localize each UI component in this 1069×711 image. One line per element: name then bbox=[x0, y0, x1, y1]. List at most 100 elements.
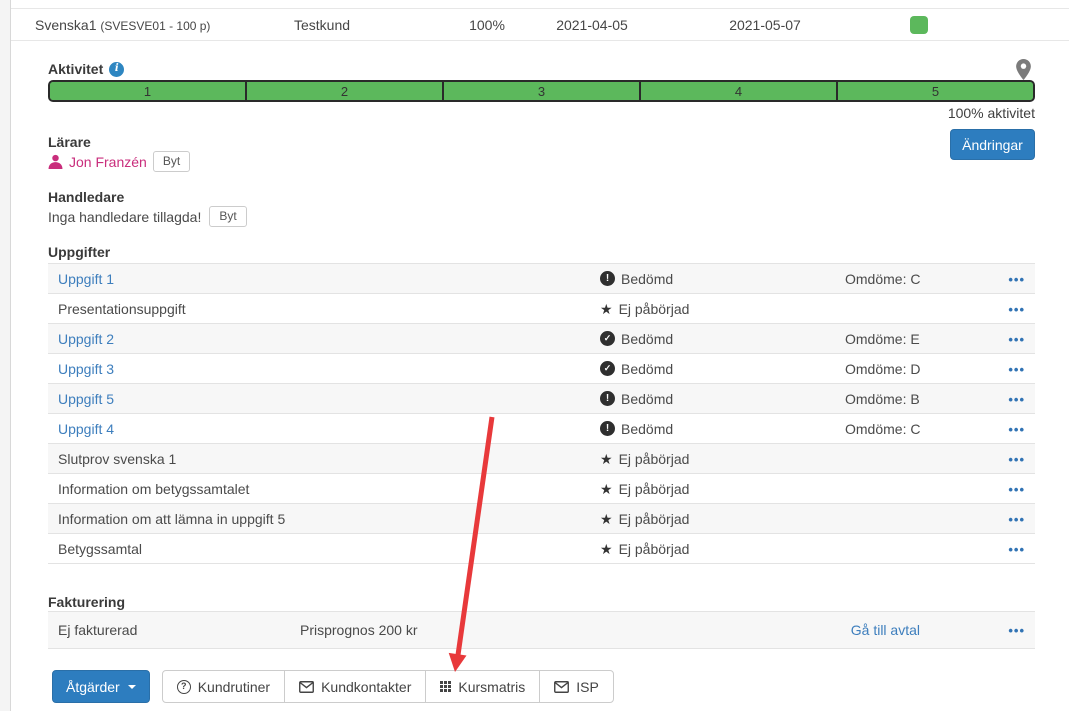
supervisor-empty-text: Inga handledare tillagda! bbox=[48, 208, 202, 225]
assignment-name[interactable]: Uppgift 5 bbox=[58, 391, 600, 407]
start-date: 2021-04-05 bbox=[556, 16, 628, 33]
status-icon bbox=[600, 481, 613, 497]
status-label: Ej påbörjad bbox=[618, 300, 690, 317]
status-label: Bedömd bbox=[621, 390, 674, 407]
assignment-row: Information om att lämna in uppgift 5 Ej… bbox=[48, 504, 1035, 534]
footer-button-kursmatris[interactable]: Kursmatris bbox=[425, 670, 541, 703]
assignment-row: Slutprov svenska 1 Ej påbörjad bbox=[48, 444, 1035, 474]
assignment-status: Ej påbörjad bbox=[600, 451, 845, 467]
assignment-name: Slutprov svenska 1 bbox=[58, 450, 177, 467]
grade-label: Omdöme: E bbox=[845, 330, 920, 347]
ellipsis-menu-icon[interactable] bbox=[1008, 623, 1025, 638]
ellipsis-menu-icon[interactable] bbox=[1008, 482, 1025, 497]
envelope-icon bbox=[554, 680, 570, 693]
ellipsis-menu-icon[interactable] bbox=[1008, 542, 1025, 557]
grade-label: Omdöme: C bbox=[845, 270, 921, 287]
status-label: Ej påbörjad bbox=[618, 450, 690, 467]
assignment-name: Betygssamtal bbox=[58, 540, 143, 557]
button-icon-slot bbox=[176, 679, 191, 694]
assignment-row: Uppgift 1 Bedömd Omdöme: C bbox=[48, 264, 1035, 294]
ellipsis-menu-icon[interactable] bbox=[1008, 422, 1025, 437]
status-label: Bedömd bbox=[621, 330, 674, 347]
ellipsis-menu-icon[interactable] bbox=[1008, 332, 1025, 347]
assignment-name[interactable]: Uppgift 4 bbox=[58, 421, 600, 437]
ellipsis-menu-icon[interactable] bbox=[1008, 452, 1025, 467]
info-circle-icon[interactable]: i bbox=[109, 61, 125, 77]
teacher-name-link[interactable]: Jon Franzén bbox=[69, 154, 147, 170]
assignment-name[interactable]: Uppgift 3 bbox=[58, 361, 600, 377]
progress-percent: 100% bbox=[469, 16, 505, 33]
person-icon bbox=[48, 154, 63, 169]
grade-label: Omdöme: D bbox=[845, 360, 921, 377]
status-icon bbox=[600, 361, 615, 376]
activity-segment: 5 bbox=[838, 82, 1033, 100]
assignment-status: Bedömd bbox=[600, 271, 845, 287]
status-icon bbox=[600, 511, 613, 527]
grid-icon bbox=[440, 681, 451, 692]
assignment-name: Presentationsuppgift bbox=[58, 300, 186, 317]
activity-segment: 2 bbox=[247, 82, 444, 100]
activity-segment: 3 bbox=[444, 82, 641, 100]
button-icon-slot bbox=[554, 680, 570, 693]
assignment-row: Presentationsuppgift Ej påbörjad bbox=[48, 294, 1035, 324]
supervisor-heading: Handledare bbox=[48, 189, 125, 205]
activity-summary: 100% aktivitet bbox=[947, 105, 1035, 121]
status-icon bbox=[600, 331, 615, 346]
end-date: 2021-05-07 bbox=[729, 16, 801, 33]
envelope-icon bbox=[299, 680, 315, 693]
billing-status: Ej fakturerad bbox=[58, 622, 138, 638]
grade-label: Omdöme: B bbox=[845, 390, 920, 407]
assignment-row: Uppgift 4 Bedömd Omdöme: C bbox=[48, 414, 1035, 444]
assignment-status: Ej påbörjad bbox=[600, 301, 845, 317]
supervisor-row: Inga handledare tillagda! Byt bbox=[48, 206, 247, 227]
billing-heading: Fakturering bbox=[48, 594, 126, 610]
footer-button-kundrutiner[interactable]: Kundrutiner bbox=[161, 670, 286, 703]
actions-dropdown-button[interactable]: Åtgärder bbox=[52, 670, 150, 703]
actions-label: Åtgärder bbox=[66, 678, 120, 695]
footer-button-isp[interactable]: ISP bbox=[539, 670, 614, 703]
status-icon bbox=[600, 541, 613, 557]
assignment-status: Ej påbörjad bbox=[600, 481, 845, 497]
status-icon bbox=[600, 451, 613, 467]
status-square-icon bbox=[910, 16, 928, 34]
ellipsis-menu-icon[interactable] bbox=[1008, 362, 1025, 377]
status-label: Bedömd bbox=[621, 270, 674, 287]
assignment-row: Uppgift 3 Bedömd Omdöme: D bbox=[48, 354, 1035, 384]
button-label: Kursmatris bbox=[458, 678, 526, 695]
status-icon bbox=[600, 301, 613, 317]
assignments-heading: Uppgifter bbox=[48, 244, 111, 260]
change-supervisor-button[interactable]: Byt bbox=[209, 206, 247, 227]
teacher-row: Jon Franzén Byt bbox=[48, 151, 191, 172]
ellipsis-menu-icon[interactable] bbox=[1008, 392, 1025, 407]
grade-label: Omdöme: C bbox=[845, 420, 921, 437]
teacher-heading: Lärare bbox=[48, 134, 91, 150]
page-left-margin bbox=[0, 0, 11, 711]
customer-name: Testkund bbox=[293, 16, 351, 33]
activity-segment: 4 bbox=[641, 82, 838, 100]
assignment-status: Ej påbörjad bbox=[600, 511, 845, 527]
assignment-name[interactable]: Uppgift 1 bbox=[58, 271, 600, 287]
activity-heading: Aktivitet i bbox=[48, 61, 125, 77]
course-name: Svenska1 bbox=[35, 16, 97, 33]
assignments-table: Uppgift 1 Bedömd Omdöme: C Presentations… bbox=[48, 263, 1035, 564]
billing-row: Ej fakturerad Prisprognos 200 kr Gå till… bbox=[48, 612, 1035, 649]
button-icon-slot bbox=[440, 681, 451, 692]
ellipsis-menu-icon[interactable] bbox=[1008, 512, 1025, 527]
ellipsis-menu-icon[interactable] bbox=[1008, 302, 1025, 317]
assignment-row: Information om betygssamtalet Ej påbörja… bbox=[48, 474, 1035, 504]
course-title: Svenska1 (SVESVE01 - 100 p) bbox=[35, 17, 210, 33]
change-teacher-button[interactable]: Byt bbox=[152, 151, 191, 172]
footer-button-kundkontakter[interactable]: Kundkontakter bbox=[284, 670, 427, 703]
status-icon bbox=[600, 391, 615, 406]
assignment-status: Bedömd bbox=[600, 331, 845, 347]
changes-button[interactable]: Ändringar bbox=[950, 129, 1035, 160]
go-to-contract-link[interactable]: Gå till avtal bbox=[851, 622, 990, 638]
assignment-status: Bedömd bbox=[600, 361, 845, 377]
button-label: Kundkontakter bbox=[321, 678, 412, 695]
activity-segment: 1 bbox=[50, 82, 247, 100]
billing-table: Ej fakturerad Prisprognos 200 kr Gå till… bbox=[48, 611, 1035, 649]
button-icon-slot bbox=[299, 680, 315, 693]
assignment-name[interactable]: Uppgift 2 bbox=[58, 331, 600, 347]
assignment-status: Bedömd bbox=[600, 421, 845, 437]
ellipsis-menu-icon[interactable] bbox=[1008, 272, 1025, 287]
